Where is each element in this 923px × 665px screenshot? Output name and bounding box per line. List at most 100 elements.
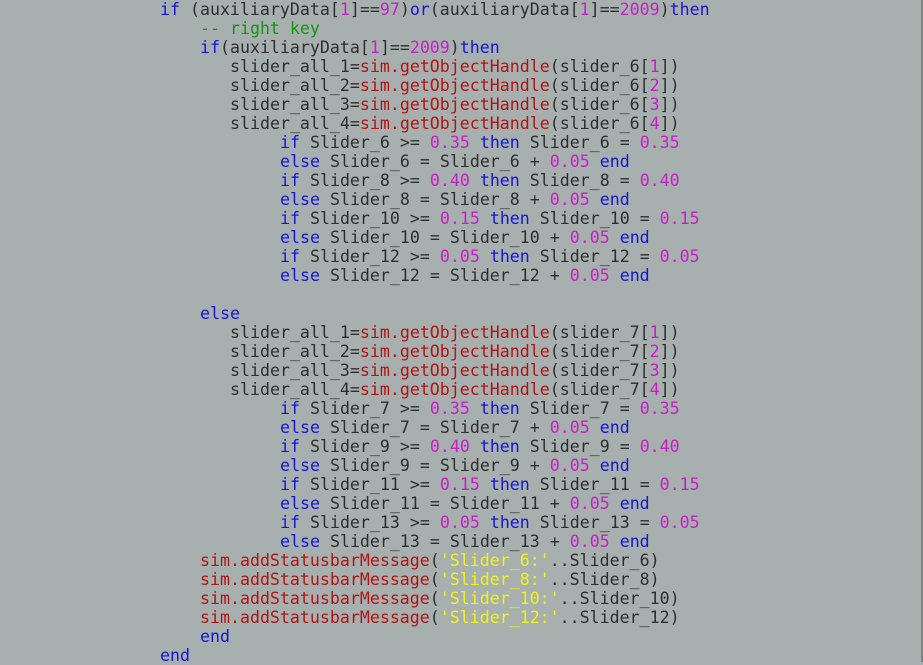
number-token: 0.05 (569, 266, 610, 285)
code-line[interactable]: end (200, 627, 230, 646)
code-line[interactable]: slider_all_2=sim.getObjectHandle(slider_… (230, 342, 680, 361)
code-line[interactable]: if Slider_11 >= 0.15 then Slider_11 = 0.… (280, 475, 700, 494)
number-token: 0.35 (639, 133, 680, 152)
code-editor[interactable]: if (auxiliaryData[1]==97)or(auxiliaryDat… (0, 0, 923, 665)
text-token: slider_all_2= (230, 76, 360, 95)
text-token: Slider_6 = Slider_6 + (319, 152, 550, 171)
text-token: (slider_7[ (549, 323, 650, 342)
code-line[interactable]: slider_all_4=sim.getObjectHandle(slider_… (230, 380, 680, 399)
text-token: Slider_10 = Slider_10 + (319, 228, 570, 247)
text-token: slider_all_4= (230, 380, 360, 399)
text-token: Slider_11 = Slider_11 + (319, 494, 570, 513)
code-line[interactable]: slider_all_2=sim.getObjectHandle(slider_… (230, 76, 680, 95)
code-line[interactable]: sim.addStatusbarMessage('Slider_8:'..Sli… (200, 570, 660, 589)
code-line[interactable]: else Slider_7 = Slider_7 + 0.05 end (280, 418, 630, 437)
number-token: 0.05 (439, 247, 480, 266)
number-token: 0.05 (549, 190, 590, 209)
code-line[interactable]: -- right key (200, 19, 320, 38)
keyword-token: end (599, 418, 630, 437)
function-token: sim.getObjectHandle (359, 57, 550, 76)
text-token: Slider_13 = (529, 513, 660, 532)
function-token: sim.getObjectHandle (359, 361, 550, 380)
code-line[interactable]: slider_all_1=sim.getObjectHandle(slider_… (230, 57, 680, 76)
code-line[interactable]: end (160, 646, 190, 665)
text-token: slider_all_3= (230, 361, 360, 380)
number-token: 0.05 (659, 513, 700, 532)
number-token: 0.05 (659, 247, 700, 266)
number-token: 0.40 (429, 437, 470, 456)
code-line[interactable]: else Slider_6 = Slider_6 + 0.05 end (280, 152, 630, 171)
keyword-token: end (160, 646, 190, 665)
code-line[interactable]: slider_all_4=sim.getObjectHandle(slider_… (230, 114, 680, 133)
code-line[interactable]: if Slider_13 >= 0.05 then Slider_13 = 0.… (280, 513, 700, 532)
text-token: slider_all_1= (230, 57, 360, 76)
code-line[interactable]: if Slider_12 >= 0.05 then Slider_12 = 0.… (280, 247, 700, 266)
code-line[interactable]: sim.addStatusbarMessage('Slider_12:'..Sl… (200, 608, 680, 627)
code-line[interactable]: slider_all_1=sim.getObjectHandle(slider_… (230, 323, 680, 342)
text-token: Slider_11 = (529, 475, 660, 494)
code-line[interactable]: else Slider_12 = Slider_12 + 0.05 end (280, 266, 650, 285)
text-token: Slider_13 = Slider_13 + (319, 532, 570, 551)
text-token: ]) (659, 76, 680, 95)
keyword-token: if (280, 399, 300, 418)
keyword-token: else (280, 418, 320, 437)
comment-token: -- right key (200, 19, 320, 38)
code-line[interactable]: if Slider_10 >= 0.15 then Slider_10 = 0.… (280, 209, 700, 228)
keyword-token: then (489, 513, 530, 532)
text-token: Slider_13 >= (299, 513, 440, 532)
keyword-token: end (619, 494, 650, 513)
code-line[interactable]: if Slider_9 >= 0.40 then Slider_9 = 0.40 (280, 437, 680, 456)
text-token: Slider_9 >= (299, 437, 430, 456)
string-token: 'Slider_8:' (439, 570, 550, 589)
number-token: 0.15 (439, 475, 480, 494)
number-token: 0.40 (429, 171, 470, 190)
keyword-token: then (489, 247, 530, 266)
keyword-token: then (669, 0, 710, 19)
text-token: ..Slider_10) (559, 589, 680, 608)
code-line[interactable]: else Slider_9 = Slider_9 + 0.05 end (280, 456, 630, 475)
code-line[interactable]: sim.addStatusbarMessage('Slider_10:'..Sl… (200, 589, 680, 608)
code-line[interactable]: slider_all_3=sim.getObjectHandle(slider_… (230, 361, 680, 380)
function-token: sim.addStatusbarMessage (200, 551, 430, 570)
code-line[interactable]: else Slider_13 = Slider_13 + 0.05 end (280, 532, 650, 551)
code-line[interactable]: if Slider_6 >= 0.35 then Slider_6 = 0.35 (280, 133, 680, 152)
code-line[interactable]: if(auxiliaryData[1]==2009)then (200, 38, 500, 57)
number-token: 0.35 (429, 133, 470, 152)
number-token: 0.05 (549, 418, 590, 437)
text-token: (slider_6[ (549, 114, 650, 133)
text-token: (slider_6[ (549, 76, 650, 95)
text-token: ) (659, 0, 670, 19)
code-line[interactable]: if Slider_7 >= 0.35 then Slider_7 = 0.35 (280, 399, 680, 418)
text-token: ]) (659, 380, 680, 399)
code-line[interactable]: slider_all_3=sim.getObjectHandle(slider_… (230, 95, 680, 114)
code-line[interactable]: else (200, 304, 240, 323)
text-token: Slider_7 >= (299, 399, 430, 418)
text-token: (slider_6[ (549, 57, 650, 76)
keyword-token: if (280, 209, 300, 228)
text-token: slider_all_1= (230, 323, 360, 342)
code-line[interactable]: else Slider_10 = Slider_10 + 0.05 end (280, 228, 650, 247)
code-line[interactable]: if (auxiliaryData[1]==97)or(auxiliaryDat… (160, 0, 710, 19)
number-token: 0.05 (549, 152, 590, 171)
text-token: ]) (659, 342, 680, 361)
keyword-token: if (280, 133, 300, 152)
text-token: (auxiliaryData[ (429, 0, 580, 19)
number-token: 1 (339, 0, 350, 19)
keyword-token: else (200, 304, 240, 323)
function-token: sim.getObjectHandle (359, 95, 550, 114)
number-token: 0.15 (659, 209, 700, 228)
code-line[interactable]: if Slider_8 >= 0.40 then Slider_8 = 0.40 (280, 171, 680, 190)
code-line[interactable]: else Slider_8 = Slider_8 + 0.05 end (280, 190, 630, 209)
code-line[interactable]: sim.addStatusbarMessage('Slider_6:'..Sli… (200, 551, 660, 570)
text-token: (slider_6[ (549, 95, 650, 114)
string-token: 'Slider_12:' (439, 608, 560, 627)
code-line[interactable]: else Slider_11 = Slider_11 + 0.05 end (280, 494, 650, 513)
string-token: 'Slider_6:' (439, 551, 550, 570)
